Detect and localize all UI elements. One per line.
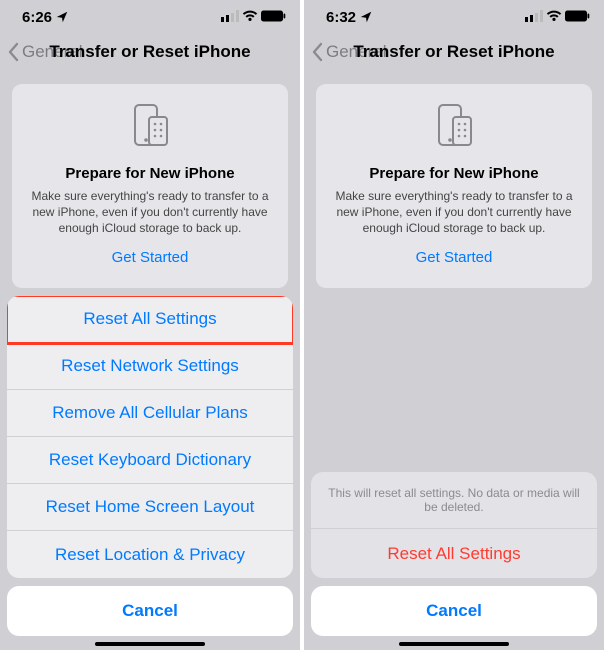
reset-network-settings-option[interactable]: Reset Network Settings	[7, 343, 293, 390]
battery-icon	[261, 9, 286, 26]
confirm-message: This will reset all settings. No data or…	[311, 472, 597, 529]
screen-reset-confirm: 6:32 General Transfer or Reset iPhone	[304, 0, 604, 650]
back-button[interactable]: General	[312, 42, 386, 62]
cellular-icon	[221, 9, 239, 26]
screen-reset-options: 6:26 General Transfer or Reset iPhone	[0, 0, 300, 650]
reset-home-screen-layout-option[interactable]: Reset Home Screen Layout	[7, 484, 293, 531]
wifi-icon	[242, 9, 258, 26]
devices-icon	[125, 100, 175, 155]
cellular-icon	[525, 9, 543, 26]
action-sheet: Reset All Settings Reset Network Setting…	[7, 296, 293, 636]
prepare-title: Prepare for New iPhone	[369, 165, 538, 182]
reset-keyboard-dictionary-option[interactable]: Reset Keyboard Dictionary	[7, 437, 293, 484]
prepare-title: Prepare for New iPhone	[65, 165, 234, 182]
home-indicator[interactable]	[399, 642, 509, 647]
reset-all-settings-option[interactable]: Reset All Settings	[7, 296, 293, 343]
nav-header: General Transfer or Reset iPhone	[304, 34, 604, 70]
cancel-button[interactable]: Cancel	[7, 586, 293, 636]
status-time: 6:32	[326, 9, 356, 26]
back-button[interactable]: General	[8, 42, 82, 62]
location-icon	[56, 11, 68, 23]
action-sheet-group: Reset All Settings Reset Network Setting…	[7, 296, 293, 578]
wifi-icon	[546, 9, 562, 26]
prepare-card: Prepare for New iPhone Make sure everyth…	[12, 84, 288, 288]
confirm-reset-button[interactable]: Reset All Settings	[311, 529, 597, 578]
get-started-link[interactable]: Get Started	[112, 249, 189, 266]
cancel-button[interactable]: Cancel	[311, 586, 597, 636]
home-indicator[interactable]	[95, 642, 205, 647]
prepare-desc: Make sure everything's ready to transfer…	[330, 188, 578, 237]
devices-icon	[429, 100, 479, 155]
battery-icon	[565, 9, 590, 26]
prepare-card: Prepare for New iPhone Make sure everyth…	[316, 84, 592, 288]
nav-header: General Transfer or Reset iPhone	[0, 34, 300, 70]
prepare-desc: Make sure everything's ready to transfer…	[26, 188, 274, 237]
confirm-sheet: This will reset all settings. No data or…	[311, 472, 597, 636]
location-icon	[360, 11, 372, 23]
get-started-link[interactable]: Get Started	[416, 249, 493, 266]
status-time: 6:26	[22, 9, 52, 26]
status-bar: 6:26	[0, 0, 300, 34]
reset-location-privacy-option[interactable]: Reset Location & Privacy	[7, 531, 293, 578]
remove-all-cellular-plans-option[interactable]: Remove All Cellular Plans	[7, 390, 293, 437]
back-label: General	[326, 42, 386, 62]
back-label: General	[22, 42, 82, 62]
status-bar: 6:32	[304, 0, 604, 34]
